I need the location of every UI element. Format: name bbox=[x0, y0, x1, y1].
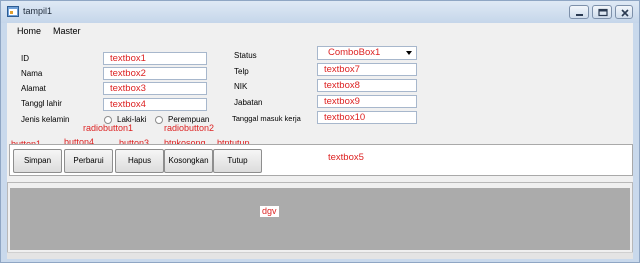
button-panel: Simpan Perbarui Hapus Kosongkan Tutup te… bbox=[9, 144, 633, 176]
nama-textbox[interactable]: textbox2 bbox=[103, 67, 207, 80]
form-client-area: Home Master ID Nama Alamat Tanggl lahir … bbox=[7, 23, 633, 259]
close-icon bbox=[621, 9, 629, 17]
maximize-button[interactable] bbox=[592, 5, 612, 19]
horizontal-scrollbar[interactable] bbox=[7, 252, 633, 259]
tutup-button[interactable]: Tutup bbox=[213, 149, 262, 173]
status-combobox-value: ComboBox1 bbox=[328, 47, 381, 58]
nik-textbox[interactable]: textbox8 bbox=[317, 79, 417, 92]
grid-name-label: dgv bbox=[260, 206, 279, 217]
menu-item-home[interactable]: Home bbox=[17, 26, 41, 36]
label-tanggal-lahir: Tanggl lahir bbox=[21, 99, 62, 108]
id-textbox[interactable]: textbox1 bbox=[103, 52, 207, 65]
label-status: Status bbox=[234, 51, 257, 60]
app-icon bbox=[7, 6, 19, 17]
minimize-icon bbox=[576, 14, 583, 16]
label-id: ID bbox=[21, 54, 29, 63]
tanggal-masuk-textbox[interactable]: textbox10 bbox=[317, 111, 417, 124]
kosongkan-button[interactable]: Kosongkan bbox=[164, 149, 213, 173]
maximize-icon bbox=[598, 8, 608, 17]
alamat-textbox[interactable]: textbox3 bbox=[103, 82, 207, 95]
label-jenis-kelamin: Jenis kelamin bbox=[21, 115, 70, 124]
panel-textbox[interactable]: textbox5 bbox=[328, 152, 364, 163]
data-grid-view[interactable]: dgv bbox=[10, 188, 630, 250]
window-title: tampil1 bbox=[23, 6, 53, 16]
close-button[interactable] bbox=[615, 5, 633, 19]
minimize-button[interactable] bbox=[569, 5, 589, 19]
status-combobox[interactable]: ComboBox1 bbox=[317, 46, 417, 60]
menu-bar: Home Master bbox=[7, 23, 633, 39]
simpan-button[interactable]: Simpan bbox=[13, 149, 62, 173]
radiobutton1-name: radiobutton1 bbox=[83, 123, 134, 133]
chevron-down-icon bbox=[406, 51, 412, 55]
hapus-button[interactable]: Hapus bbox=[115, 149, 164, 173]
perbarui-button[interactable]: Perbarui bbox=[64, 149, 113, 173]
title-bar: tampil1 bbox=[1, 1, 639, 23]
label-telp: Telp bbox=[234, 67, 249, 76]
telp-textbox[interactable]: textbox7 bbox=[317, 63, 417, 76]
grid-container: dgv bbox=[7, 182, 633, 254]
label-tanggal-masuk-kerja: Tanggal masuk kerja bbox=[232, 114, 301, 123]
tanggal-lahir-textbox[interactable]: textbox4 bbox=[103, 98, 207, 111]
radiobutton2-name: radiobutton2 bbox=[164, 123, 215, 133]
radio-perempuan[interactable] bbox=[155, 116, 163, 124]
label-nama: Nama bbox=[21, 69, 43, 78]
jabatan-textbox[interactable]: textbox9 bbox=[317, 95, 417, 108]
label-nik: NIK bbox=[234, 82, 248, 91]
label-alamat: Alamat bbox=[21, 84, 46, 93]
label-jabatan: Jabatan bbox=[234, 98, 263, 107]
menu-item-master[interactable]: Master bbox=[53, 26, 81, 36]
app-window: tampil1 Home Master ID Nama Alamat Tangg… bbox=[0, 0, 640, 263]
